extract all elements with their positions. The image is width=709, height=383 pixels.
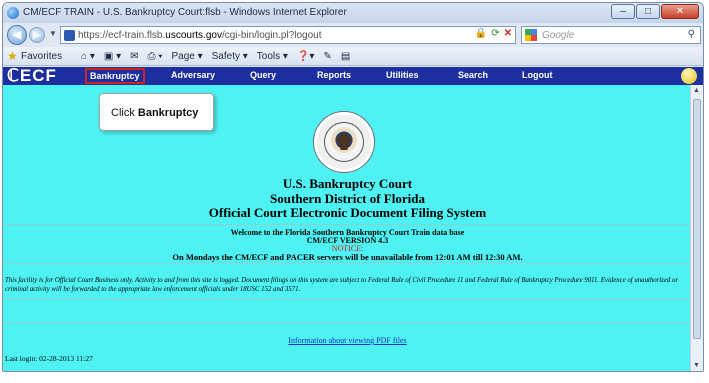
search-placeholder: Google [542, 30, 575, 41]
ecf-logo: ℂECF [7, 66, 57, 85]
scroll-up-icon[interactable]: ▲ [693, 87, 700, 94]
court-name: U.S. Bankruptcy Court [282, 176, 413, 191]
scroll-thumb[interactable] [693, 99, 701, 339]
close-button[interactable]: ✕ [661, 4, 699, 19]
callout-text: Click Bankruptcy [111, 107, 199, 119]
stop-icon[interactable]: ✕ [504, 28, 512, 39]
title-bar: CM/ECF TRAIN - U.S. Bankruptcy Court:fls… [3, 3, 703, 23]
maximize-button[interactable]: □ [636, 4, 660, 19]
last-login: Last login: 02-28-2013 11:27 [5, 354, 93, 363]
legal-notice: This facility is for Official Court Busi… [5, 277, 678, 293]
home-icon[interactable]: ⌂ ▾ [81, 51, 95, 62]
pdf-info-link[interactable]: Information about viewing PDF files [3, 336, 692, 345]
help-icon[interactable] [681, 68, 697, 84]
site-icon [64, 30, 75, 41]
divider [3, 224, 692, 225]
menu-bankruptcy[interactable]: Bankruptcy [85, 68, 145, 84]
url-input[interactable]: https://ecf-train.flsb.uscourts.gov/cgi-… [60, 26, 516, 44]
menu-logout[interactable]: Logout [522, 70, 553, 80]
history-dropdown-icon[interactable]: ▼ [49, 29, 57, 38]
menu-query[interactable]: Query [250, 70, 276, 80]
system-title: Official Court Electronic Document Filin… [208, 205, 487, 220]
back-icon[interactable]: ◀ [7, 25, 27, 45]
vertical-scrollbar[interactable]: ▲ ▼ [690, 85, 703, 371]
refresh-icon[interactable]: ⟳ [491, 28, 499, 39]
safety-menu[interactable]: Safety ▾ [212, 51, 248, 62]
url-text: https://ecf-train.flsb.uscourts.gov/cgi-… [78, 30, 322, 41]
window-controls: – □ ✕ [611, 4, 699, 19]
command-bar: ⌂ ▾ ▣ ▾ ✉ ⎙ ▾ Page ▾ Safety ▾ Tools ▾ ❓▾… [81, 51, 350, 62]
window-title: CM/ECF TRAIN - U.S. Bankruptcy Court:fls… [23, 7, 347, 18]
forward-icon[interactable]: ▶ [29, 27, 45, 43]
help-menu-icon[interactable]: ❓▾ [297, 51, 314, 62]
browser-window: CM/ECF TRAIN - U.S. Bankruptcy Court:fls… [2, 2, 704, 372]
google-icon [525, 29, 537, 41]
divider [3, 262, 692, 263]
divider [3, 299, 692, 300]
favorites-bar: ★ Favorites ⌂ ▾ ▣ ▾ ✉ ⎙ ▾ Page ▾ Safety … [3, 47, 703, 66]
menu-reports[interactable]: Reports [317, 70, 351, 80]
maintenance-notice: On Mondays the CM/ECF and PACER servers … [172, 252, 523, 262]
instruction-callout: Click Bankruptcy [99, 93, 214, 131]
search-icon[interactable]: ⚲ [688, 29, 695, 40]
ecf-menu-bar: ℂECF Bankruptcy Adversary Query Reports … [3, 66, 703, 85]
tools-menu[interactable]: Tools ▾ [257, 51, 288, 62]
ie-icon [7, 7, 19, 19]
onenote-icon[interactable]: ▤ [341, 51, 350, 62]
address-bar: ◀ ▶ ▼ https://ecf-train.flsb.uscourts.go… [3, 23, 703, 47]
menu-search[interactable]: Search [458, 70, 488, 80]
research-icon[interactable]: ✎ [323, 51, 331, 62]
favorites-star-icon[interactable]: ★ [7, 49, 18, 63]
print-icon[interactable]: ⎙ ▾ [147, 51, 162, 62]
url-tools: 🔒 ⟳ ✕ [475, 28, 512, 39]
feeds-icon[interactable]: ▣ ▾ [104, 51, 121, 62]
minimize-button[interactable]: – [611, 4, 635, 19]
favorites-button[interactable]: Favorites [21, 51, 62, 62]
search-input[interactable]: Google ⚲ [521, 26, 701, 44]
scroll-down-icon[interactable]: ▼ [693, 362, 700, 369]
menu-utilities[interactable]: Utilities [386, 70, 419, 80]
mail-icon[interactable]: ✉ [130, 51, 138, 62]
page-menu[interactable]: Page ▾ [171, 51, 202, 62]
court-seal [314, 112, 374, 172]
lock-icon[interactable]: 🔒 [475, 28, 487, 39]
menu-adversary[interactable]: Adversary [171, 70, 215, 80]
divider [3, 323, 692, 324]
